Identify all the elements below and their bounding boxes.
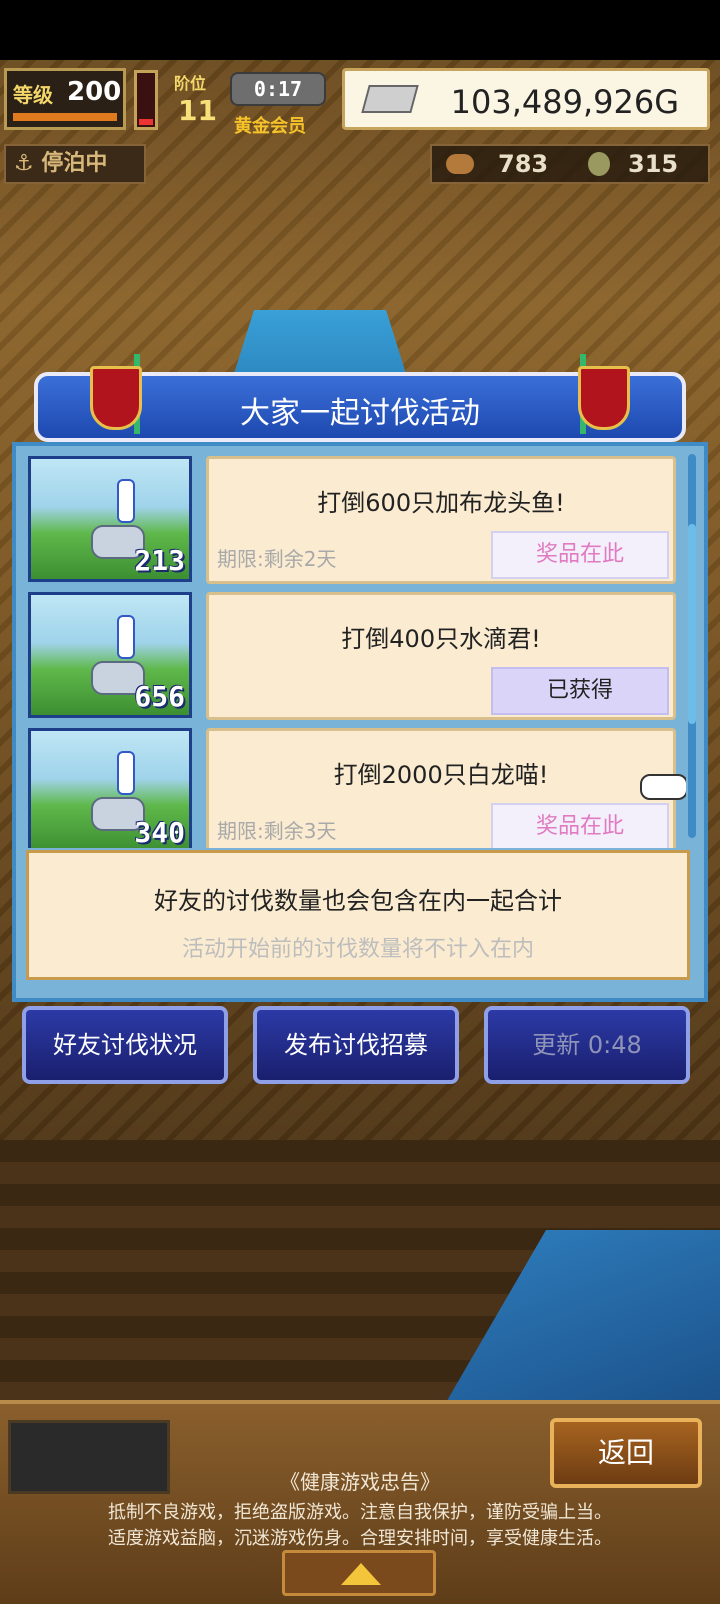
food-icon: [446, 154, 474, 174]
post-recruit-button[interactable]: 发布讨伐招募: [253, 1006, 459, 1084]
obtained-button[interactable]: 已获得: [491, 667, 669, 715]
level-value: 200: [67, 77, 122, 107]
quest-card: 打倒600只加布龙头鱼! 期限:剩余2天 奖品在此: [206, 456, 676, 584]
quest-list-scrollbar[interactable]: [688, 454, 696, 838]
event-dialog-header: 大家一起讨伐活动: [34, 354, 686, 442]
pointing-hand-icon: [640, 774, 686, 800]
kill-count: 213: [134, 544, 185, 577]
quest-thumbnail: 340: [28, 728, 192, 848]
info-sub-text: 活动开始前的讨伐数量将不计入在内: [181, 937, 534, 962]
quest-deadline: 期限:剩余3天: [217, 819, 337, 843]
event-info-box: 好友的讨伐数量也会包含在内一起合计 活动开始前的讨伐数量将不计入在内: [26, 850, 690, 980]
quest-title: 打倒400只水滴君!: [341, 625, 541, 653]
health-notice-title: 《健康游戏忠告》: [280, 1470, 440, 1494]
quest-card: 打倒2000只白龙喵! 期限:剩余3天 奖品在此: [206, 728, 676, 848]
quest-list[interactable]: 213 打倒600只加布龙头鱼! 期限:剩余2天 奖品在此 656 打倒400只…: [24, 452, 686, 848]
health-notice-line: 抵制不良游戏，拒绝盗版游戏。注意自我保护，谨防受骗上当。: [108, 1502, 612, 1523]
anchor-icon: ⚓: [14, 151, 34, 176]
bottom-bar: 返回 《健康游戏忠告》 抵制不良游戏，拒绝盗版游戏。注意自我保护，谨防受骗上当。…: [0, 1400, 720, 1604]
experience-bar: [13, 113, 117, 121]
shield-emblem-icon: [578, 366, 630, 430]
quest-row: 656 打倒400只水滴君! 已获得: [24, 588, 686, 720]
quest-deadline: 期限:剩余2天: [217, 547, 337, 571]
info-main-text: 好友的讨伐数量也会包含在内一起合计: [154, 887, 562, 915]
friend-status-button[interactable]: 好友讨伐状况: [22, 1006, 228, 1084]
gold-panel[interactable]: 103,489,926G: [342, 68, 710, 130]
top-hud: 等级 200 阶位 11 0:17 黄金会员 103,489,926G: [0, 62, 720, 137]
gold-member-badge: 黄金会员: [234, 116, 306, 137]
food-count: 783: [498, 150, 549, 178]
health-notice-line: 适度游戏益脑，沉迷游戏伤身。合理安排时间，享受健康生活。: [108, 1528, 612, 1549]
kill-count: 340: [134, 816, 185, 848]
claim-prize-button[interactable]: 奖品在此: [491, 531, 669, 579]
kill-count: 656: [134, 680, 185, 713]
quest-thumbnail: 213: [28, 456, 192, 582]
level-label: 等级: [13, 83, 53, 107]
coin-icon: [588, 152, 610, 176]
scroll-thumb[interactable]: [688, 524, 696, 724]
arrow-up-icon: [341, 1563, 381, 1585]
gold-amount: 103,489,926G: [450, 83, 679, 121]
quest-row: 340 打倒2000只白龙喵! 期限:剩余3天 奖品在此: [24, 724, 686, 848]
event-dialog-body: 213 打倒600只加布龙头鱼! 期限:剩余2天 奖品在此 656 打倒400只…: [12, 442, 708, 1002]
rank-value: 11: [178, 94, 217, 127]
expand-menu-button[interactable]: [282, 1550, 436, 1596]
rank-label: 阶位: [174, 74, 207, 93]
quest-card: 打倒400只水滴君! 已获得: [206, 592, 676, 720]
alert-icon: [117, 751, 135, 795]
quest-title: 打倒600只加布龙头鱼!: [317, 489, 565, 517]
dock-status-badge[interactable]: ⚓ 停泊中: [4, 144, 146, 184]
stamina-fill: [139, 119, 153, 125]
quest-thumbnail: 656: [28, 592, 192, 718]
dock-status-label: 停泊中: [41, 151, 108, 176]
silver-ingot-icon: [361, 85, 419, 113]
rank-panel: 阶位 11 0:17 黄金会员: [168, 68, 328, 137]
quest-title: 打倒2000只白龙喵!: [333, 761, 549, 789]
quest-row: 213 打倒600只加布龙头鱼! 期限:剩余2天 奖品在此: [24, 452, 686, 584]
event-timer: 0:17: [230, 72, 326, 106]
claim-prize-button[interactable]: 奖品在此: [491, 803, 669, 848]
stamina-gauge: [134, 70, 158, 130]
coin-count: 315: [628, 150, 679, 178]
alert-icon: [117, 479, 135, 523]
refresh-button[interactable]: 更新 0:48: [484, 1006, 690, 1084]
resource-panel: 783 315: [430, 144, 710, 184]
level-panel: 等级 200: [4, 68, 126, 130]
alert-icon: [117, 615, 135, 659]
